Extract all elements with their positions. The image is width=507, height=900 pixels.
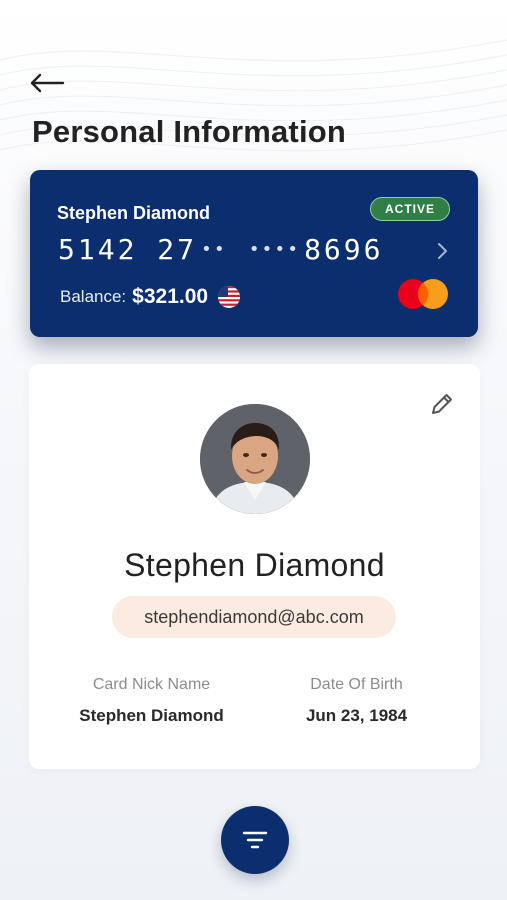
balance-value: $321.00 [132,285,209,308]
status-badge: ACTIVE [369,197,450,221]
balance-row: Balance: $321.00 [60,285,241,309]
nickname-value: Stephen Diamond [79,706,224,725]
profile-name: Stephen Diamond [124,547,385,583]
page-title: Personal Information [32,114,347,149]
pencil-icon [432,394,452,414]
us-flag-icon [218,286,241,308]
email-badge: stephendiamond@abc.com [112,596,396,638]
card-holder-name: Stephen Diamond [57,203,211,223]
balance-label: Balance: [60,287,127,306]
payment-card[interactable]: Stephen Diamond ACTIVE 5142 27 •• •••• 8… [30,170,478,337]
card-number-mask-2: •••• [248,239,301,260]
dob-label: Date Of Birth [310,676,403,693]
card-number-prefix: 5142 27 [58,233,198,266]
card-number-mask-1: •• [201,239,227,260]
filter-button[interactable] [221,806,289,874]
back-button[interactable] [26,66,68,100]
avatar [200,404,310,514]
dob-value: Jun 23, 1984 [305,706,408,725]
card-number-suffix: 8696 [304,233,384,266]
nickname-label: Card Nick Name [92,676,211,693]
chevron-right-icon [438,243,447,259]
nickname-field: Card Nick Name Stephen Diamond [69,676,234,726]
edit-button[interactable] [428,390,456,418]
profile-panel: Stephen Diamond stephendiamond@abc.com C… [29,364,480,769]
mastercard-logo [398,279,448,309]
filter-icon [242,831,268,849]
card-number: 5142 27 •• •••• 8696 [58,233,384,266]
card-details-button[interactable] [430,238,454,264]
dob-field: Date Of Birth Jun 23, 1984 [274,676,439,726]
arrow-left-icon [30,73,65,93]
